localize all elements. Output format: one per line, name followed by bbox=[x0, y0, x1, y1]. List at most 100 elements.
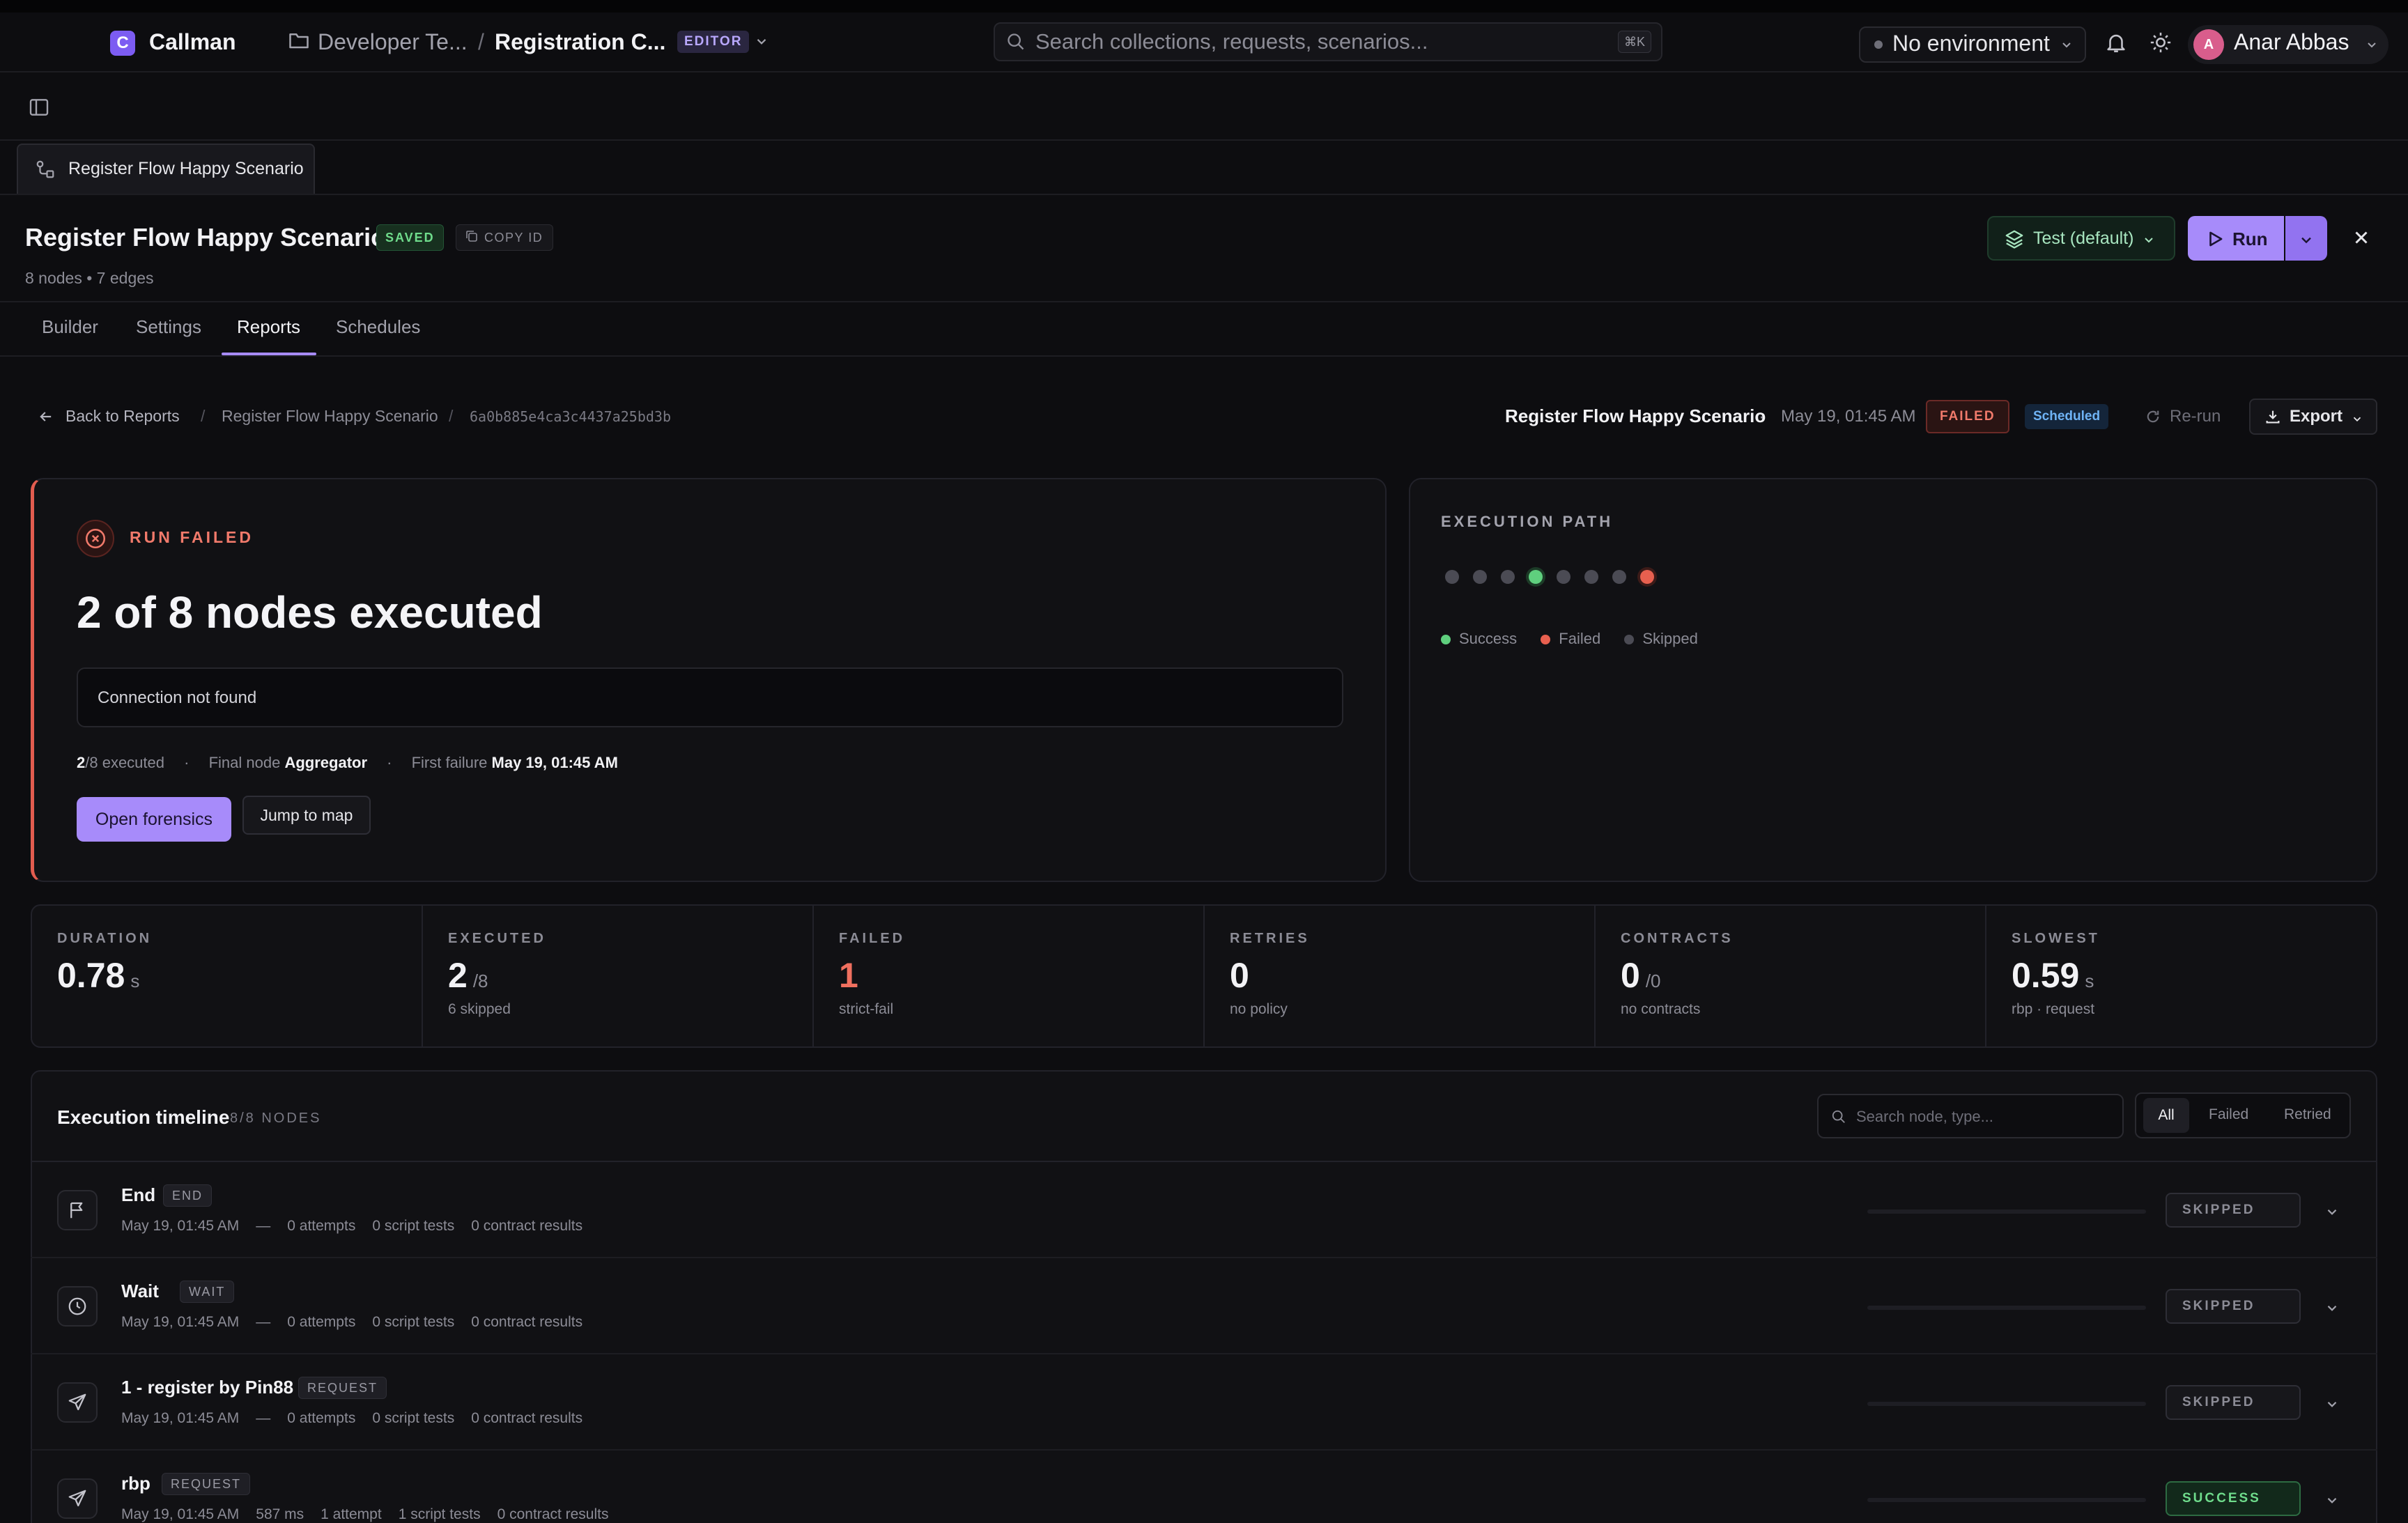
path-node-skipped[interactable] bbox=[1473, 570, 1487, 584]
execution-path-dots bbox=[1445, 570, 1668, 584]
filter-retried[interactable]: Retried bbox=[2284, 1106, 2331, 1123]
run-button-label: Run bbox=[2232, 229, 2268, 249]
divider bbox=[0, 139, 2408, 141]
chevron-down-icon[interactable] bbox=[2324, 1396, 2340, 1415]
path-node-skipped[interactable] bbox=[1557, 570, 1570, 584]
separator-dot: · bbox=[184, 754, 190, 771]
filter-failed[interactable]: Failed bbox=[2209, 1106, 2248, 1123]
stat-executed: EXECUTED 2/8 6 skipped bbox=[423, 906, 814, 1046]
node-script-tests: 1 script tests bbox=[398, 1506, 481, 1522]
node-meta: May 19, 01:45 AM — 0 attempts 0 script test… bbox=[121, 1218, 599, 1235]
chevron-down-icon[interactable] bbox=[2324, 1492, 2340, 1511]
run-headline: 2 of 8 nodes executed bbox=[77, 587, 543, 637]
final-node-label: Final node bbox=[208, 754, 281, 771]
tab-schedules[interactable]: Schedules bbox=[336, 316, 420, 338]
tab-reports[interactable]: Reports bbox=[237, 316, 300, 338]
window-top-strip bbox=[0, 0, 2408, 13]
path-node-skipped[interactable] bbox=[1445, 570, 1459, 584]
timeline-row[interactable]: 1 - register by Pin88 REQUEST May 19, 01… bbox=[31, 1354, 2377, 1451]
search-shortcut: ⌘K bbox=[1618, 31, 1651, 53]
breadcrumb-workspace[interactable]: Developer Te... bbox=[318, 29, 468, 55]
stat-value: 0/0 bbox=[1621, 955, 1985, 996]
timeline-row[interactable]: End END May 19, 01:45 AM — 0 attempts 0 scr… bbox=[31, 1162, 2377, 1258]
stat-label: CONTRACTS bbox=[1621, 931, 1734, 946]
run-id: 6a0b885e4ca3c4437a25bd3b bbox=[470, 408, 671, 425]
chevron-down-icon[interactable] bbox=[2324, 1204, 2340, 1223]
path-node-skipped[interactable] bbox=[1501, 570, 1515, 584]
copy-icon bbox=[465, 229, 479, 247]
play-icon bbox=[2206, 230, 2224, 252]
stat-value: 2/8 bbox=[448, 955, 812, 996]
node-duration-bar bbox=[1867, 1402, 2146, 1406]
node-attempts: 0 attempts bbox=[287, 1218, 356, 1234]
stat-number: 2 bbox=[448, 956, 468, 995]
stat-unit: s bbox=[130, 971, 140, 991]
legend-skipped: Skipped bbox=[1642, 630, 1698, 647]
chevron-down-icon[interactable] bbox=[754, 33, 769, 52]
scenario-title: Register Flow Happy Scenario bbox=[25, 223, 387, 252]
arrow-left-icon[interactable] bbox=[38, 408, 54, 428]
error-message-box bbox=[77, 667, 1343, 727]
search-icon bbox=[1831, 1109, 1846, 1128]
stat-duration: DURATION 0.78 s bbox=[32, 906, 423, 1046]
node-script-tests: 0 script tests bbox=[372, 1218, 455, 1234]
skipped-legend-dot bbox=[1624, 635, 1635, 645]
copy-id-button[interactable]: COPY ID bbox=[456, 224, 554, 251]
search-icon bbox=[1006, 32, 1026, 55]
run-failed-label: RUN FAILED bbox=[130, 528, 254, 546]
stat-label: RETRIES bbox=[1230, 931, 1310, 946]
filter-all[interactable]: All bbox=[2143, 1098, 2189, 1133]
download-icon bbox=[2264, 408, 2281, 428]
path-node-skipped[interactable] bbox=[1612, 570, 1626, 584]
stat-sub: rbp · request bbox=[2012, 1001, 2095, 1017]
open-forensics-button[interactable]: Open forensics bbox=[77, 797, 231, 842]
report-breadcrumb-scenario[interactable]: Register Flow Happy Scenario bbox=[222, 407, 438, 426]
sidebar-toggle-icon[interactable] bbox=[28, 96, 50, 122]
stat-value: 0 bbox=[1230, 955, 1594, 996]
tab-settings[interactable]: Settings bbox=[136, 316, 201, 338]
node-type-badge: REQUEST bbox=[298, 1377, 387, 1399]
chevron-down-icon[interactable] bbox=[2324, 1300, 2340, 1319]
success-legend-dot bbox=[1441, 635, 1451, 645]
node-duration-bar bbox=[1867, 1306, 2146, 1310]
bell-icon[interactable] bbox=[2104, 31, 2128, 58]
chevron-down-icon bbox=[2351, 412, 2363, 428]
close-icon[interactable] bbox=[2351, 227, 2372, 252]
app-logo[interactable]: C bbox=[110, 31, 135, 56]
rerun-button[interactable]: Re-run bbox=[2170, 407, 2221, 426]
path-node-skipped[interactable] bbox=[1584, 570, 1598, 584]
node-attempts: 0 attempts bbox=[287, 1410, 356, 1426]
scenario-icon bbox=[35, 159, 56, 183]
timeline-row[interactable]: Wait WAIT May 19, 01:45 AM — 0 attempts 0 s… bbox=[31, 1258, 2377, 1354]
search-input[interactable]: Search collections, requests, scenarios.… bbox=[1035, 29, 1428, 54]
node-attempts: 1 attempt bbox=[321, 1506, 382, 1522]
stat-unit: s bbox=[2085, 971, 2094, 991]
timeline-row[interactable]: rbp REQUEST May 19, 01:45 AM 587 ms 1 atte… bbox=[31, 1451, 2377, 1523]
node-time: May 19, 01:45 AM bbox=[121, 1314, 240, 1330]
error-message: Connection not found bbox=[98, 688, 257, 707]
saved-badge: SAVED bbox=[376, 224, 444, 251]
executed-count: 2 bbox=[77, 754, 86, 771]
stat-unit: /8 bbox=[472, 971, 488, 991]
stat-number: 0 bbox=[1621, 956, 1640, 995]
timeline-search-input[interactable]: Search node, type... bbox=[1856, 1108, 1993, 1126]
jump-to-map-button[interactable]: Jump to map bbox=[242, 796, 371, 835]
chevron-down-icon bbox=[2298, 231, 2315, 252]
stat-value: 1 bbox=[839, 955, 1203, 996]
environment-label: No environment bbox=[1892, 31, 2050, 56]
tab-builder[interactable]: Builder bbox=[42, 316, 98, 338]
legend-success: Success bbox=[1459, 630, 1518, 647]
stat-sub: no policy bbox=[1230, 1001, 1288, 1017]
theme-toggle-icon[interactable] bbox=[2149, 31, 2172, 58]
node-time: May 19, 01:45 AM bbox=[121, 1506, 240, 1522]
stat-number: 0.78 bbox=[57, 956, 125, 995]
node-script-tests: 0 script tests bbox=[372, 1314, 455, 1330]
stat-number: 0 bbox=[1230, 956, 1249, 995]
path-node-success[interactable] bbox=[1529, 570, 1543, 584]
stat-contracts: CONTRACTS 0/0 no contracts bbox=[1596, 906, 1986, 1046]
breadcrumb-collection[interactable]: Registration C... bbox=[495, 29, 665, 55]
path-node-failed[interactable] bbox=[1640, 570, 1654, 584]
folder-icon bbox=[288, 31, 309, 54]
back-to-reports-link[interactable]: Back to Reports bbox=[65, 407, 180, 426]
stat-unit: /0 bbox=[1645, 971, 1661, 991]
